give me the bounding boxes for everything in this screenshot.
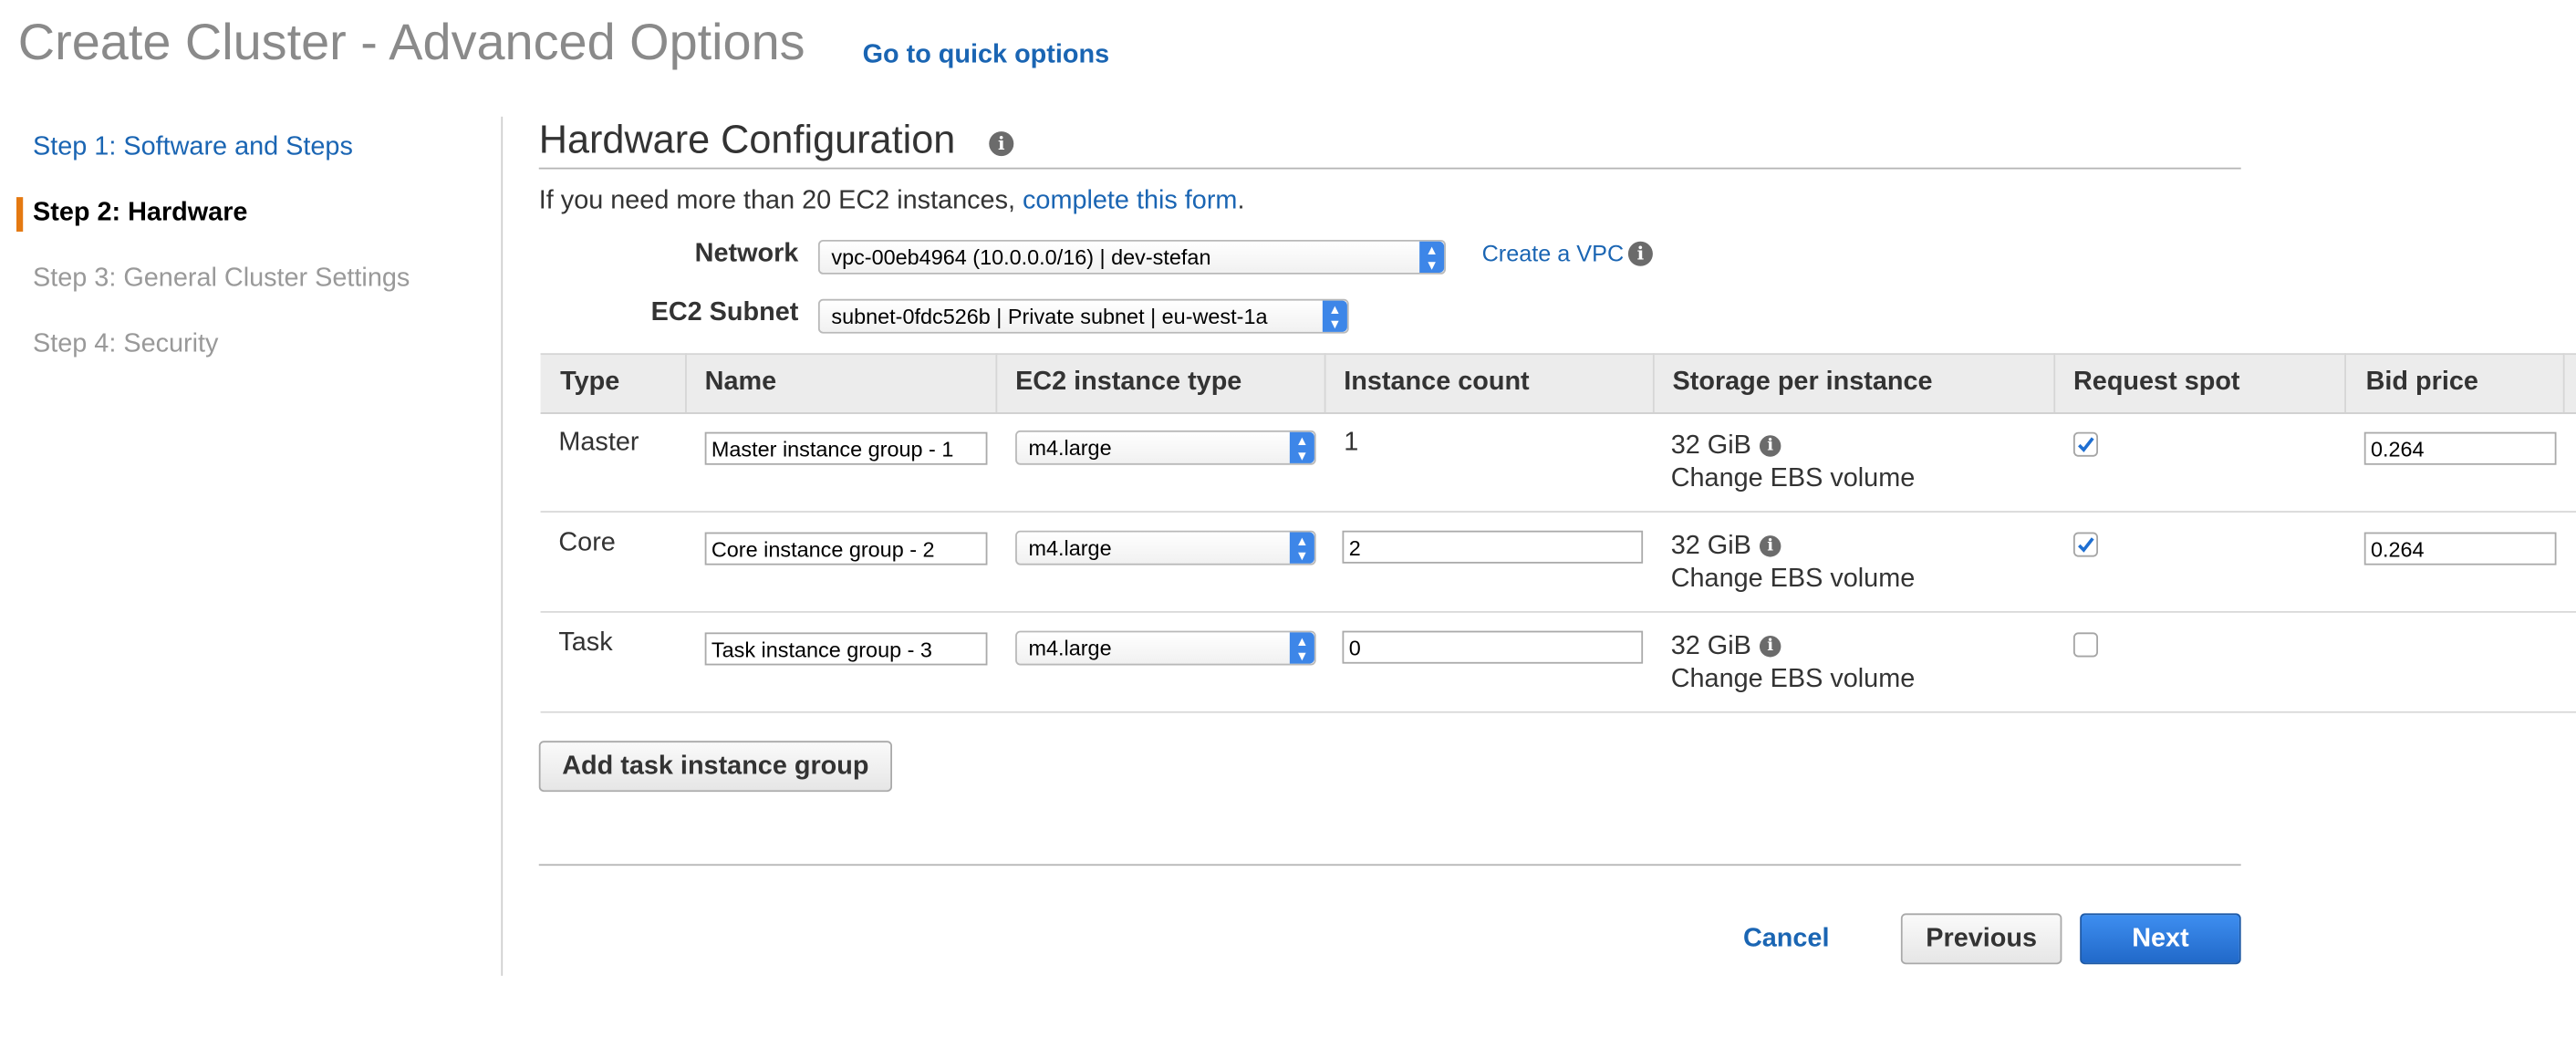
column-separator xyxy=(995,353,998,413)
change-ebs-volume-link[interactable]: Change EBS volume xyxy=(1671,565,1916,595)
column-header-request-spot: Request spot xyxy=(2072,368,2240,397)
subnet-select-value: subnet-0fdc526b | Private subnet | eu-we… xyxy=(831,304,1268,329)
change-ebs-volume-link[interactable]: Change EBS volume xyxy=(1671,465,1916,494)
updown-chevron-icon: ▲ ▼ xyxy=(1322,300,1347,332)
column-separator xyxy=(2053,353,2056,413)
network-select-value: vpc-00eb4964 (10.0.0.0/16) | dev-stefan xyxy=(831,244,1211,270)
next-button[interactable]: Next xyxy=(2080,913,2241,965)
checkmark-icon xyxy=(2078,537,2094,553)
notice-text: If you need more than 20 EC2 instances, xyxy=(538,187,1023,215)
column-header-instance-type: EC2 instance type xyxy=(1015,368,1242,397)
row-type: Task xyxy=(558,628,613,658)
checkmark-icon xyxy=(2078,437,2094,452)
storage-value: 32 GiB xyxy=(1670,532,1751,561)
column-separator xyxy=(1324,353,1326,413)
add-task-instance-group-button[interactable]: Add task instance group xyxy=(538,741,892,793)
notice-period: . xyxy=(1237,187,1245,215)
nav-divider xyxy=(501,116,504,976)
section-title: Hardware Configuration xyxy=(538,118,956,163)
storage-value: 32 GiB xyxy=(1670,431,1751,461)
column-separator xyxy=(685,353,687,413)
cancel-button[interactable]: Cancel xyxy=(1743,925,1830,954)
updown-chevron-icon: ▲ ▼ xyxy=(1289,532,1314,564)
page: Create Cluster - Advanced Options Go to … xyxy=(0,0,2576,1058)
step-software-and-steps[interactable]: Step 1: Software and Steps xyxy=(33,133,353,162)
info-icon[interactable]: i xyxy=(989,131,1014,157)
instance-count-input[interactable] xyxy=(1342,630,1644,664)
column-header-bid-price: Bid price xyxy=(2365,368,2478,397)
request-spot-checkbox[interactable] xyxy=(2072,532,2099,557)
instance-type-value: m4.large xyxy=(1028,636,1112,661)
column-header-instance-count: Instance count xyxy=(1344,368,1530,397)
instance-group-name-input[interactable] xyxy=(704,632,988,666)
updown-chevron-icon: ▲ ▼ xyxy=(1419,241,1445,273)
page-title: Create Cluster - Advanced Options xyxy=(17,13,805,71)
network-select[interactable]: vpc-00eb4964 (10.0.0.0/16) | dev-stefan … xyxy=(817,239,1446,275)
quick-options-link[interactable]: Go to quick options xyxy=(863,41,1110,70)
subnet-select[interactable]: subnet-0fdc526b | Private subnet | eu-we… xyxy=(817,298,1349,334)
section-divider xyxy=(538,167,2241,170)
info-icon[interactable]: i xyxy=(1627,241,1653,266)
previous-button[interactable]: Previous xyxy=(1900,913,2062,965)
footer-divider xyxy=(538,864,2241,866)
instance-type-select[interactable]: m4.large ▲ ▼ xyxy=(1015,630,1316,666)
instance-limit-notice: If you need more than 20 EC2 instances, … xyxy=(539,187,1245,216)
updown-chevron-icon: ▲ ▼ xyxy=(1289,431,1314,463)
current-step-marker xyxy=(16,197,24,232)
column-separator xyxy=(2344,353,2346,413)
complete-form-link[interactable]: complete this form xyxy=(1023,187,1237,215)
column-header-storage: Storage per instance xyxy=(1672,368,1933,397)
row-divider xyxy=(540,711,2576,713)
row-divider xyxy=(540,611,2576,613)
table-header xyxy=(540,353,2576,414)
request-spot-checkbox[interactable] xyxy=(2072,632,2099,658)
row-divider xyxy=(540,511,2576,513)
network-label: Network xyxy=(694,239,799,268)
change-ebs-volume-link[interactable]: Change EBS volume xyxy=(1671,665,1916,694)
subnet-label: EC2 Subnet xyxy=(650,298,799,327)
info-icon[interactable]: i xyxy=(1759,435,1781,457)
instance-group-name-input[interactable] xyxy=(704,532,988,565)
column-separator xyxy=(2562,353,2565,413)
info-icon[interactable]: i xyxy=(1759,636,1781,658)
instance-type-select[interactable]: m4.large ▲ ▼ xyxy=(1015,430,1316,465)
info-icon[interactable]: i xyxy=(1759,535,1781,557)
request-spot-checkbox[interactable] xyxy=(2072,431,2099,457)
instance-type-value: m4.large xyxy=(1028,535,1112,561)
row-type: Core xyxy=(558,528,616,557)
create-vpc-link[interactable]: Create a VPC xyxy=(1482,240,1625,266)
bid-price-input[interactable] xyxy=(2363,532,2557,565)
instance-group-name-input[interactable] xyxy=(704,431,988,465)
column-separator xyxy=(1652,353,1655,413)
column-header-type: Type xyxy=(560,368,620,397)
storage-value: 32 GiB xyxy=(1670,632,1751,661)
step-security: Step 4: Security xyxy=(33,330,219,358)
instance-count-input[interactable] xyxy=(1342,530,1644,564)
instance-type-value: m4.large xyxy=(1028,435,1112,461)
row-type: Master xyxy=(558,429,639,457)
step-general-cluster-settings: Step 3: General Cluster Settings xyxy=(33,264,410,293)
updown-chevron-icon: ▲ ▼ xyxy=(1289,632,1314,664)
bid-price-input[interactable] xyxy=(2363,431,2557,465)
instance-type-select[interactable]: m4.large ▲ ▼ xyxy=(1015,530,1316,565)
step-hardware: Step 2: Hardware xyxy=(33,198,248,227)
column-header-name: Name xyxy=(704,368,777,397)
instance-count-value: 1 xyxy=(1344,429,1359,457)
